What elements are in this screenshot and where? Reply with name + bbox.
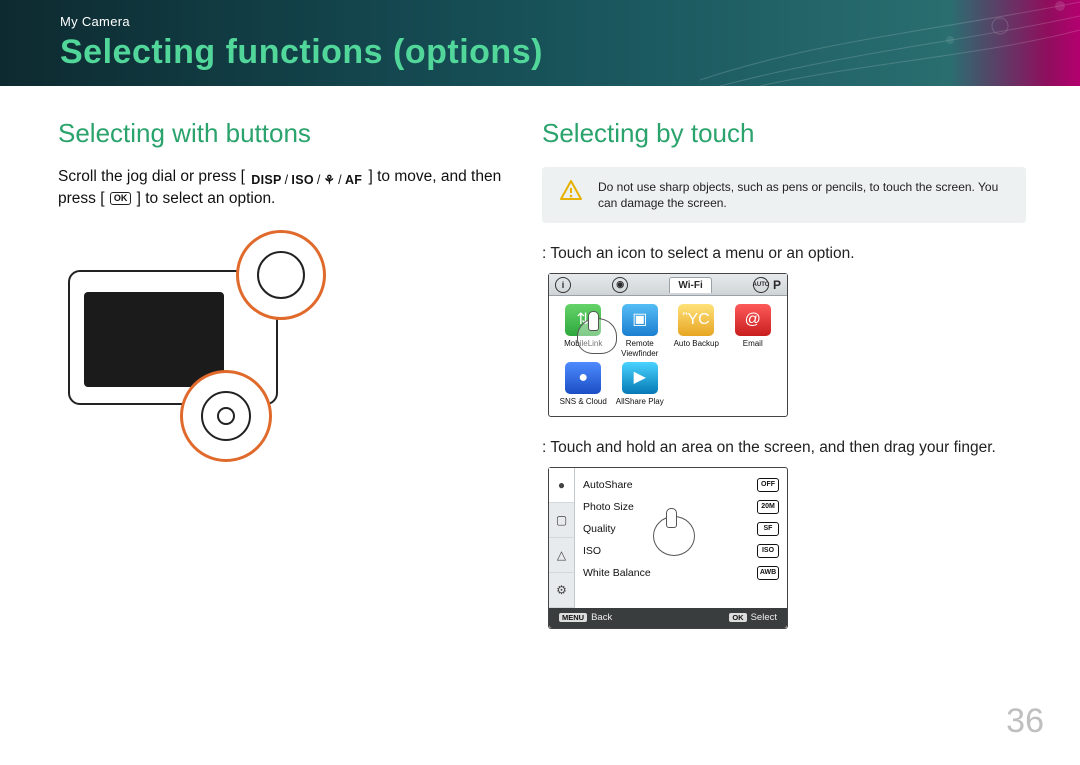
setting-value-icon: SF <box>757 522 779 536</box>
side-tab-1[interactable]: ▢ <box>549 503 574 538</box>
app-label: SNS & Cloud <box>557 397 610 406</box>
breadcrumb: My Camera <box>60 14 1020 29</box>
setting-value-icon: 20M <box>757 500 779 514</box>
setting-value-icon: OFF <box>757 478 779 492</box>
select-label: Select <box>751 612 777 623</box>
camera-illustration <box>58 230 358 460</box>
menu-key-icon: MENU <box>559 613 587 622</box>
app-grid: ⇅MobileLink▣Remote ViewfinderὛCAuto Back… <box>549 296 787 416</box>
app-label: Email <box>727 339 780 348</box>
setting-value-icon: ISO <box>757 544 779 558</box>
camera-mode-icon: ◉ <box>612 277 628 293</box>
app-allshare-play[interactable]: ▶ AllShare Play <box>614 362 667 406</box>
iso-icon: ISO <box>291 172 313 189</box>
heading-buttons: Selecting with buttons <box>58 118 518 149</box>
txt-after: ] to select an option. <box>137 190 276 207</box>
wifi-screen: i ◉ Wi-Fi AUTO P ⇅MobileLink▣Remote View… <box>548 273 788 417</box>
camera-tab-icon: ● <box>558 478 565 492</box>
app-tile-icon: @ <box>735 304 771 336</box>
col-touch: Selecting by touch Do not use sharp obje… <box>542 118 1026 629</box>
side-tab-0[interactable]: ● <box>549 468 574 503</box>
info-icon: i <box>555 277 571 293</box>
app-label: Remote Viewfinder <box>614 339 667 357</box>
app-tile-icon: ▣ <box>622 304 658 336</box>
buttons-paragraph: Scroll the jog dial or press [ DISP/ ISO… <box>58 167 518 210</box>
touch-hand-icon <box>577 318 617 354</box>
app-tile-icon: ▶ <box>622 362 658 394</box>
txt-before: Scroll the jog dial or press [ <box>58 168 245 185</box>
body-columns: Selecting with buttons Scroll the jog di… <box>0 86 1080 629</box>
setting-label: Quality <box>583 523 616 535</box>
app-tile-icon: ● <box>565 362 601 394</box>
page-title: Selecting functions (options) <box>60 33 1020 72</box>
page-number: 36 <box>1006 702 1044 741</box>
dragging-label: : Touch and hold an area on the screen, … <box>542 439 1026 457</box>
app-auto-backup[interactable]: ὛC Auto Backup <box>670 304 723 357</box>
side-tabs: ● ▢△⚙ <box>549 468 575 608</box>
nav-icons: DISP/ ISO/ ⚘/ AF <box>249 172 364 189</box>
app-tile-icon: ὛC <box>678 304 714 336</box>
touching-label: : Touch an icon to select a menu or an o… <box>542 245 1026 263</box>
setting-label: Photo Size <box>583 501 634 513</box>
nav-wheel-callout <box>180 370 272 462</box>
setting-label: ISO <box>583 545 601 557</box>
macro-icon: ⚘ <box>324 172 336 189</box>
jog-dial-callout <box>236 230 326 320</box>
app-email[interactable]: @ Email <box>727 304 780 357</box>
page: My Camera Selecting functions (options) … <box>0 0 1080 765</box>
disp-icon: DISP <box>251 172 281 189</box>
wifi-tab: Wi-Fi <box>669 277 711 293</box>
app-sns-cloud[interactable]: ● SNS & Cloud <box>557 362 610 406</box>
side-tab-3[interactable]: ⚙ <box>549 573 574 608</box>
select-button[interactable]: OK Select <box>729 612 777 623</box>
setting-row[interactable]: Photo Size 20M <box>583 496 779 518</box>
af-icon: AF <box>345 172 362 189</box>
ok-icon: OK <box>110 192 132 205</box>
col-buttons: Selecting with buttons Scroll the jog di… <box>58 118 518 629</box>
setting-label: White Balance <box>583 567 651 579</box>
settings-footer: MENU Back OK Select <box>549 608 787 628</box>
mode-p: P <box>773 278 781 292</box>
side-tab-2[interactable]: △ <box>549 538 574 573</box>
ok-key-icon: OK <box>729 613 746 622</box>
app-label: AllShare Play <box>614 397 667 406</box>
setting-row[interactable]: White Balance AWB <box>583 562 779 584</box>
app-label: Auto Backup <box>670 339 723 348</box>
back-label: Back <box>591 612 612 623</box>
app-remote-viewfinder[interactable]: ▣ Remote Viewfinder <box>614 304 667 357</box>
warning-icon <box>558 179 584 203</box>
wifi-topbar: i ◉ Wi-Fi AUTO P <box>549 274 787 296</box>
settings-list: AutoShare OFF Photo Size 20M Quality SF ISO ISO… <box>575 468 787 608</box>
setting-value-icon: AWB <box>757 566 779 580</box>
warning-text: Do not use sharp objects, such as pens o… <box>598 179 1010 211</box>
settings-screen: ● ▢△⚙ AutoShare OFF Photo Size 20M Quality SF I… <box>548 467 788 629</box>
auto-icon: AUTO <box>753 277 769 293</box>
back-button[interactable]: MENU Back <box>559 612 612 623</box>
setting-label: AutoShare <box>583 479 633 491</box>
heading-touch: Selecting by touch <box>542 118 1026 149</box>
page-header: My Camera Selecting functions (options) <box>0 0 1080 86</box>
drag-hand-icon <box>653 516 695 556</box>
setting-row[interactable]: AutoShare OFF <box>583 474 779 496</box>
warning-box: Do not use sharp objects, such as pens o… <box>542 167 1026 223</box>
